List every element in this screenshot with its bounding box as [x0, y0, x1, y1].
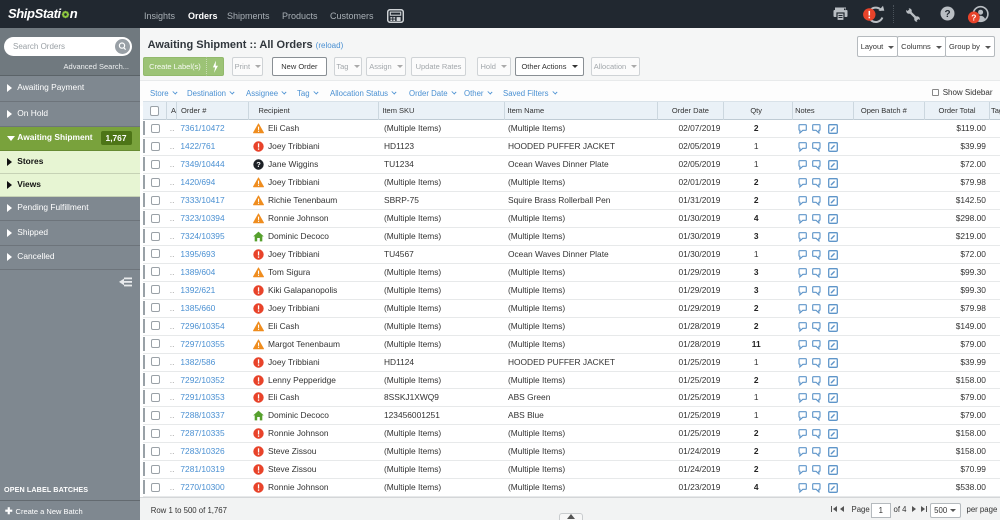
svg-text:?: ? [971, 13, 976, 23]
svg-text:?: ? [256, 160, 261, 169]
svg-text:?: ? [944, 9, 950, 20]
